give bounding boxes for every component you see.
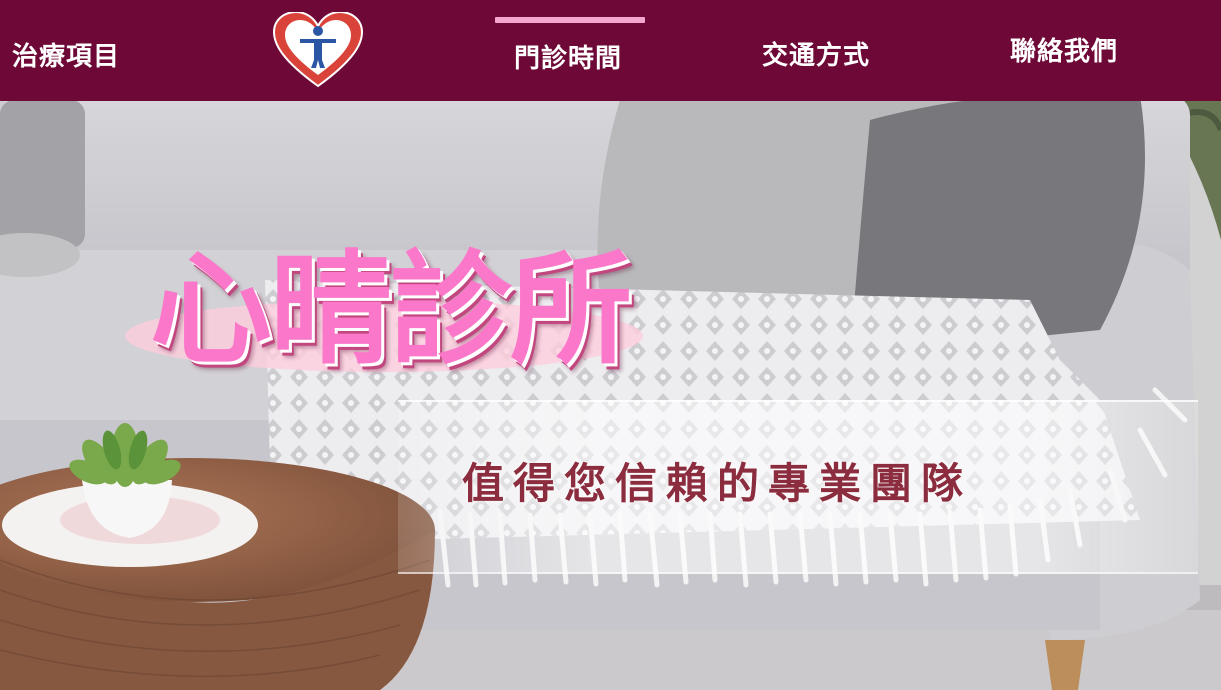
nav-item-clinic-hours[interactable]: 門診時間	[514, 38, 622, 75]
nav-item-directions[interactable]: 交通方式	[762, 35, 870, 72]
active-tab-indicator	[495, 17, 645, 23]
clinic-tagline: 值得您信賴的專業團隊	[462, 459, 973, 508]
clinic-name-title: 心晴診所	[150, 237, 632, 381]
nav-item-contact-us[interactable]: 聯絡我們	[1010, 31, 1118, 68]
nav-item-treatments[interactable]: 治療項目	[12, 36, 120, 73]
heart-person-logo-icon[interactable]	[272, 10, 364, 88]
top-nav-bar: 治療項目 門診時間 交通方式 聯絡我們	[0, 0, 1221, 101]
